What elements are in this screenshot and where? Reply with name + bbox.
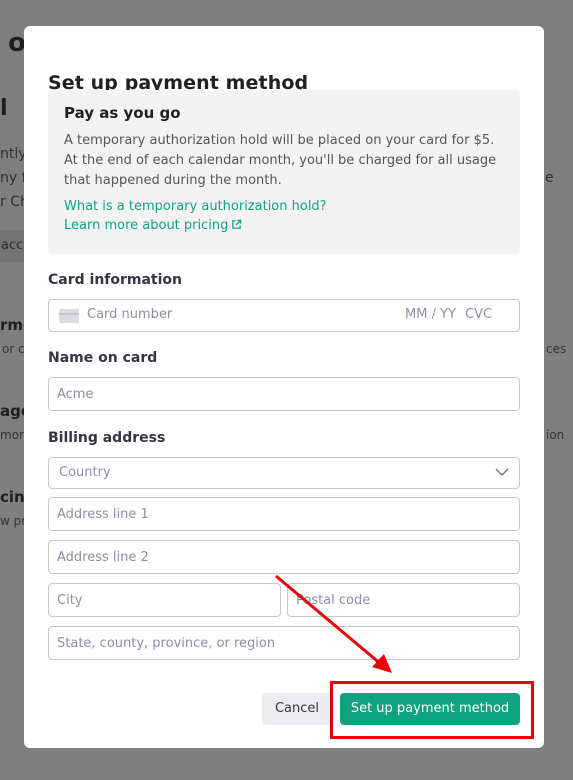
set-up-payment-method-button[interactable]: Set up payment method: [340, 693, 520, 725]
external-link-icon: [232, 219, 242, 229]
credit-card-icon: [59, 309, 79, 323]
info-title: Pay as you go: [64, 104, 181, 122]
address-line-1-input[interactable]: [48, 497, 520, 531]
card-information-label: Card information: [48, 272, 183, 288]
country-select-value: Country: [59, 465, 111, 480]
chevron-down-icon: [495, 468, 509, 476]
postal-code-input[interactable]: [287, 583, 520, 617]
billing-address-label: Billing address: [48, 430, 166, 446]
bg-text: mor: [0, 428, 24, 442]
city-input[interactable]: [48, 583, 281, 617]
bg-text: ces: [546, 342, 567, 356]
pricing-link-label: Learn more about pricing: [64, 218, 229, 233]
bg-text: ion: [546, 428, 565, 442]
card-expiry-placeholder[interactable]: MM / YY: [405, 307, 456, 322]
cancel-button[interactable]: Cancel: [262, 693, 332, 725]
name-on-card-input[interactable]: [48, 377, 520, 411]
card-information-input[interactable]: Card number MM / YY CVC: [48, 299, 520, 332]
name-on-card-label: Name on card: [48, 350, 158, 366]
pricing-link[interactable]: Learn more about pricing: [64, 218, 504, 233]
address-line-2-input[interactable]: [48, 540, 520, 574]
bg-text: ntly: [0, 146, 27, 162]
country-select[interactable]: Country: [48, 457, 520, 489]
info-text: A temporary authorization hold will be p…: [64, 133, 497, 188]
bg-text: e: [545, 170, 554, 186]
card-cvc-placeholder[interactable]: CVC: [465, 307, 492, 322]
card-number-placeholder[interactable]: Card number: [87, 307, 172, 322]
state-input[interactable]: [48, 626, 520, 660]
authorization-hold-link[interactable]: What is a temporary authorization hold?: [64, 199, 504, 214]
pay-as-you-go-info: Pay as you go A temporary authorization …: [48, 90, 520, 254]
bg-text: or c: [2, 342, 25, 356]
bg-subheading: l: [0, 96, 8, 121]
payment-method-dialog: Set up payment method Pay as you go A te…: [24, 26, 544, 748]
bg-text: ny f: [0, 170, 27, 186]
